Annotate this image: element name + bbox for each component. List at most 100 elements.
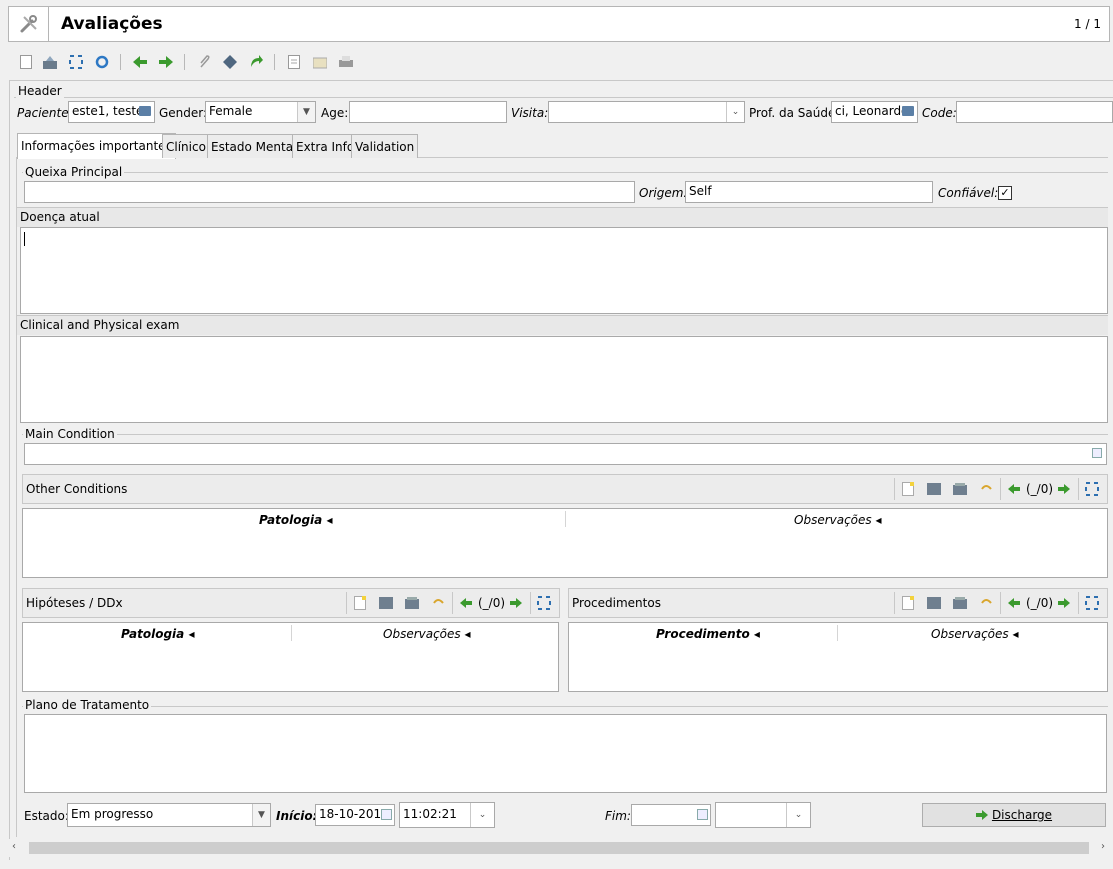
code-field[interactable] <box>956 101 1113 123</box>
undo-icon[interactable] <box>978 481 994 497</box>
print-icon[interactable] <box>338 54 354 70</box>
physical-exam-textarea[interactable] <box>20 336 1108 423</box>
main-condition-label: Main Condition <box>23 427 117 441</box>
prev-record-icon[interactable] <box>458 595 474 611</box>
new-record-icon[interactable] <box>900 595 916 611</box>
undo-icon[interactable] <box>978 595 994 611</box>
column-header-label: Observações <box>794 513 872 527</box>
save-record-icon[interactable] <box>926 595 942 611</box>
chevron-down-icon[interactable]: ▼ <box>297 102 315 122</box>
start-date-field[interactable]: 18-10-2016 <box>315 804 395 826</box>
tab-informacoes-importantes[interactable]: Informações importantes <box>17 133 176 159</box>
visit-select[interactable]: ⌄ <box>548 101 745 123</box>
action-icon[interactable] <box>222 54 238 70</box>
save-record-icon[interactable] <box>378 595 394 611</box>
prev-icon[interactable] <box>132 54 148 70</box>
next-record-icon[interactable] <box>1056 481 1072 497</box>
reliable-checkbox[interactable]: ✓ <box>998 186 1012 200</box>
next-icon[interactable] <box>158 54 174 70</box>
new-record-icon[interactable] <box>352 595 368 611</box>
refresh-icon[interactable] <box>94 54 110 70</box>
attach-icon[interactable] <box>196 54 212 70</box>
email-icon[interactable] <box>312 54 328 70</box>
column-header[interactable]: Observações ◂ <box>931 627 1019 641</box>
column-header[interactable]: Patologia ◂ <box>121 627 194 641</box>
main-complaint-input[interactable] <box>24 181 635 203</box>
report-icon[interactable] <box>286 54 302 70</box>
tab-estado-mental[interactable]: Estado Mental <box>207 134 301 158</box>
main-condition-input[interactable] <box>24 443 1107 465</box>
tab-validation[interactable]: Validation <box>351 134 419 158</box>
undo-icon[interactable] <box>430 595 446 611</box>
folder-icon[interactable] <box>139 106 151 116</box>
tab-clinico[interactable]: Clínico <box>162 134 210 158</box>
start-time-value: 11:02:21 <box>403 807 457 821</box>
horizontal-scrollbar[interactable]: ‹ › <box>9 839 1113 857</box>
fullscreen-icon[interactable] <box>68 54 84 70</box>
next-record-icon[interactable] <box>1056 595 1072 611</box>
folder-icon[interactable] <box>902 106 914 116</box>
chevron-down-icon[interactable]: ▼ <box>252 804 270 826</box>
tab-label: Estado Mental <box>211 140 297 154</box>
text-cursor <box>24 232 25 246</box>
header-group-label: Header <box>16 84 64 98</box>
visit-label: Visita: <box>511 106 549 120</box>
hypotheses-table[interactable]: Patologia ◂ Observações ◂ <box>22 622 559 692</box>
other-conditions-table[interactable]: Patologia ◂ Observações ◂ <box>22 508 1108 578</box>
column-header-label: Patologia <box>259 513 323 527</box>
scroll-right-icon[interactable]: › <box>1101 841 1105 852</box>
calendar-icon[interactable] <box>697 809 708 820</box>
relate-icon[interactable] <box>248 54 264 70</box>
chevron-down-icon[interactable]: ⌄ <box>726 102 744 122</box>
other-conditions-title: Other Conditions <box>26 482 128 496</box>
start-time-select[interactable]: 11:02:21 ⌄ <box>399 802 495 828</box>
chevron-down-icon[interactable]: ⌄ <box>786 803 810 827</box>
current-illness-label: Doença atual <box>20 210 100 224</box>
prev-record-icon[interactable] <box>1006 481 1022 497</box>
age-label: Age: <box>321 106 349 120</box>
scroll-left-icon[interactable]: ‹ <box>12 841 16 852</box>
discharge-button[interactable]: Discharge <box>922 803 1106 827</box>
gender-select[interactable]: Female ▼ <box>205 101 316 123</box>
end-date-field[interactable] <box>631 804 711 826</box>
discharge-label: Discharge <box>991 808 1053 822</box>
prof-field[interactable]: ci, Leonardo <box>831 101 918 123</box>
procedures-table[interactable]: Procedimento ◂ Observações ◂ <box>568 622 1108 692</box>
fullscreen-icon[interactable] <box>1084 595 1100 611</box>
scrollbar-thumb[interactable] <box>29 842 1089 854</box>
origin-field[interactable]: Self <box>685 181 933 203</box>
new-icon[interactable] <box>18 54 34 70</box>
prof-label: Prof. da Saúde: <box>749 106 840 120</box>
wrench-screwdriver-icon[interactable] <box>9 7 49 41</box>
column-header-label: Observações <box>931 627 1009 641</box>
treatment-plan-textarea[interactable] <box>24 714 1107 793</box>
physical-exam-bar <box>17 315 1108 335</box>
record-counter: 1 / 1 <box>1074 17 1101 31</box>
age-field[interactable] <box>349 101 507 123</box>
fullscreen-icon[interactable] <box>536 595 552 611</box>
delete-record-icon[interactable] <box>952 481 968 497</box>
other-conditions-pager: (_/0) <box>1026 482 1054 496</box>
save-icon[interactable] <box>42 54 58 70</box>
column-header[interactable]: Procedimento ◂ <box>656 627 760 641</box>
current-illness-textarea[interactable] <box>20 227 1108 314</box>
end-time-select[interactable]: ⌄ <box>715 802 811 828</box>
search-icon[interactable] <box>1092 448 1102 458</box>
delete-record-icon[interactable] <box>404 595 420 611</box>
column-header[interactable]: Patologia ◂ <box>259 513 332 527</box>
gender-label: Gender: <box>159 106 208 120</box>
fullscreen-icon[interactable] <box>1084 481 1100 497</box>
prev-record-icon[interactable] <box>1006 595 1022 611</box>
state-select[interactable]: Em progresso ▼ <box>67 803 271 827</box>
calendar-icon[interactable] <box>381 809 392 820</box>
save-record-icon[interactable] <box>926 481 942 497</box>
delete-record-icon[interactable] <box>952 595 968 611</box>
chevron-down-icon[interactable]: ⌄ <box>470 803 494 827</box>
column-header[interactable]: Observações ◂ <box>383 627 471 641</box>
procedures-title: Procedimentos <box>572 596 661 610</box>
new-record-icon[interactable] <box>900 481 916 497</box>
tab-extra-info[interactable]: Extra Info <box>292 134 359 158</box>
next-record-icon[interactable] <box>508 595 524 611</box>
column-header[interactable]: Observações ◂ <box>794 513 882 527</box>
patient-field[interactable]: este1, teste1 <box>68 101 155 123</box>
